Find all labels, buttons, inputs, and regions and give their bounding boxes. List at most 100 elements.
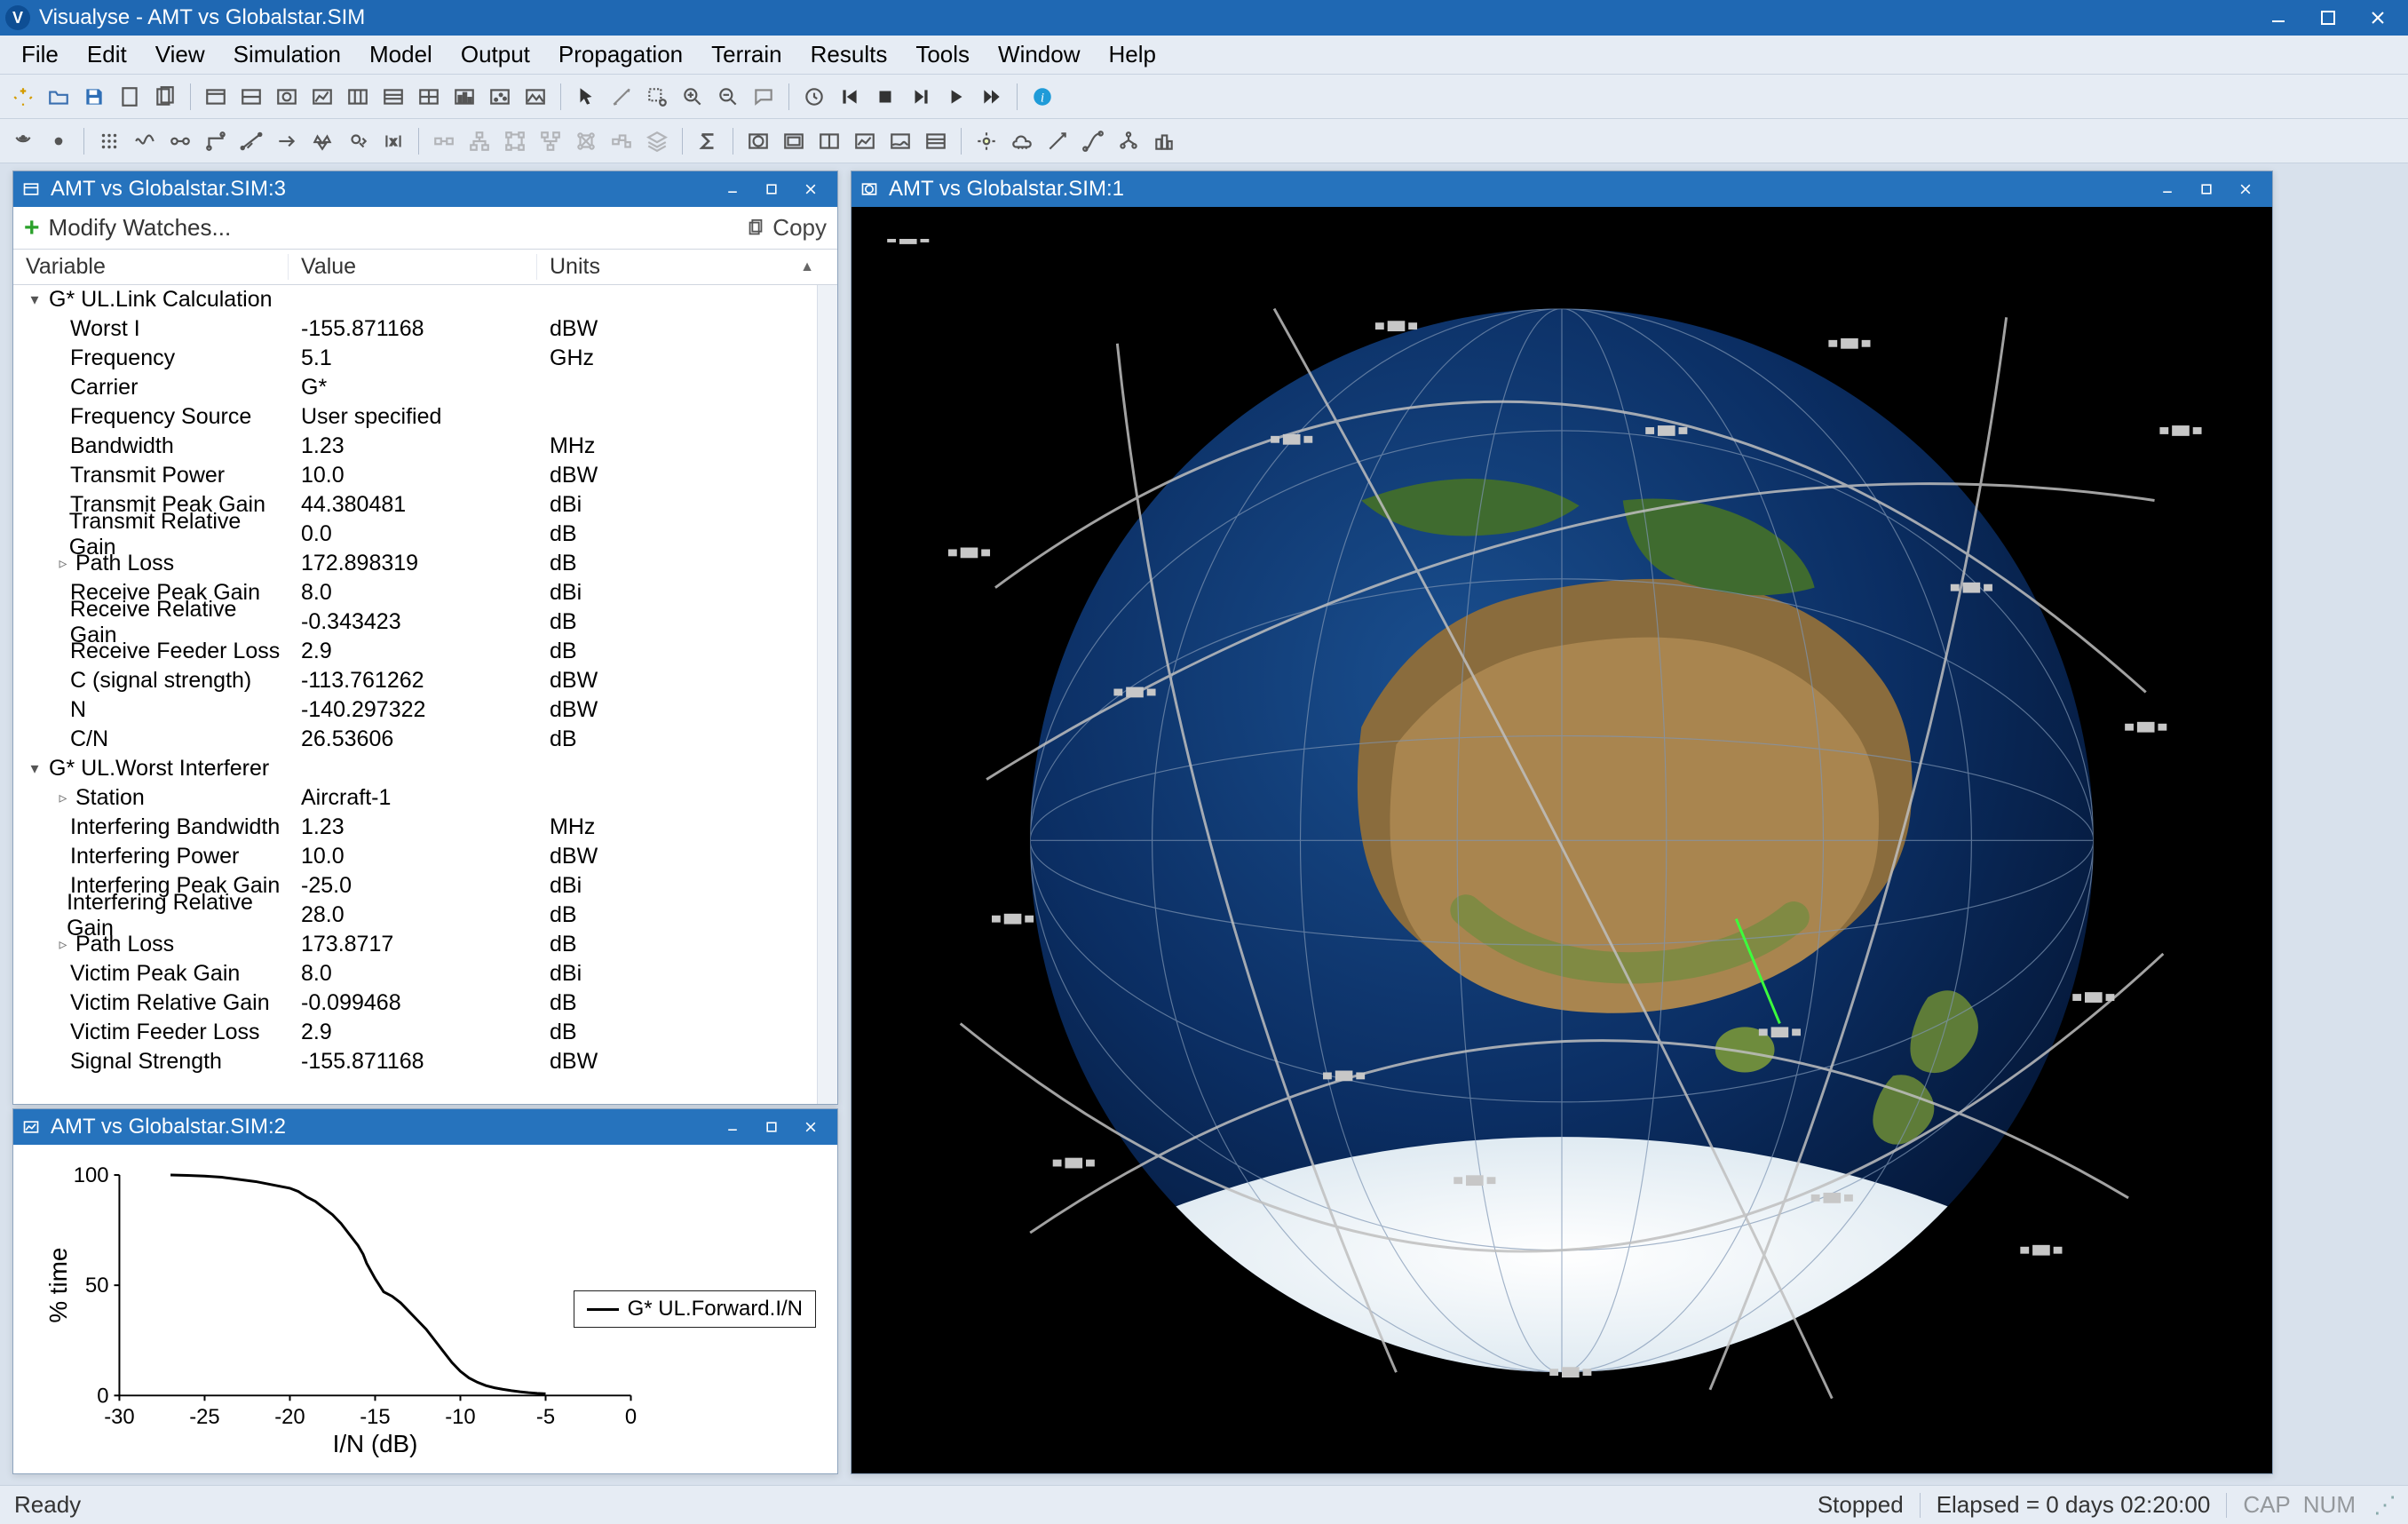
header-units[interactable]: Units▲	[537, 254, 837, 280]
window-table-icon[interactable]	[342, 81, 374, 113]
play-icon[interactable]	[940, 81, 972, 113]
wave-icon[interactable]	[129, 125, 161, 157]
copy-button[interactable]: Copy	[746, 214, 827, 242]
menu-view[interactable]: View	[141, 36, 219, 74]
menu-edit[interactable]: Edit	[73, 36, 141, 74]
header-value[interactable]: Value	[289, 254, 537, 280]
watch-row[interactable]: Interfering Bandwidth1.23MHz	[13, 813, 837, 842]
view-plot2-icon[interactable]	[849, 125, 881, 157]
window-terrain-icon[interactable]	[519, 81, 551, 113]
tree-down-icon[interactable]	[535, 125, 566, 157]
watch-row[interactable]: N-140.297322dBW	[13, 695, 837, 725]
view-stack-icon[interactable]	[920, 125, 952, 157]
watch-window-maximize[interactable]	[752, 176, 791, 202]
menu-simulation[interactable]: Simulation	[219, 36, 355, 74]
zoom-area-icon[interactable]	[641, 81, 673, 113]
globe-window-close[interactable]	[2226, 176, 2265, 202]
watch-row[interactable]: Frequency5.1GHz	[13, 344, 837, 373]
measure-icon[interactable]	[606, 81, 638, 113]
fast-forward-icon[interactable]	[976, 81, 1008, 113]
chart-window-titlebar[interactable]: AMT vs Globalstar.SIM:2	[13, 1109, 837, 1145]
globe-canvas[interactable]	[852, 207, 2272, 1473]
menu-window[interactable]: Window	[984, 36, 1094, 74]
watch-row[interactable]: Bandwidth1.23MHz	[13, 432, 837, 461]
scrollbar-thumb[interactable]	[820, 287, 836, 731]
watch-window-titlebar[interactable]: AMT vs Globalstar.SIM:3	[13, 171, 837, 207]
watch-group[interactable]: ▾G* UL.Worst Interferer	[13, 754, 837, 783]
tree-up-icon[interactable]	[463, 125, 495, 157]
resize-grip-icon[interactable]: ⋰	[2373, 1491, 2394, 1519]
vector-icon[interactable]	[1042, 125, 1073, 157]
globe-window-titlebar[interactable]: AMT vs Globalstar.SIM:1	[852, 171, 2272, 207]
stop-icon[interactable]	[869, 81, 901, 113]
watch-row[interactable]: Worst I-155.871168dBW	[13, 314, 837, 344]
light-icon[interactable]	[970, 125, 1002, 157]
new-icon[interactable]	[7, 81, 39, 113]
node-tree-icon[interactable]	[1113, 125, 1145, 157]
rain-icon[interactable]	[1006, 125, 1038, 157]
watch-row[interactable]: Receive Relative Gain-0.343423dB	[13, 607, 837, 637]
globe-window[interactable]: AMT vs Globalstar.SIM:1	[851, 171, 2273, 1474]
step-icon[interactable]	[905, 81, 937, 113]
window-3d-icon[interactable]	[271, 81, 303, 113]
minimize-button[interactable]	[2254, 0, 2303, 36]
menu-tools[interactable]: Tools	[901, 36, 984, 74]
maximize-button[interactable]	[2303, 0, 2353, 36]
menu-results[interactable]: Results	[796, 36, 902, 74]
watch-row[interactable]: C (signal strength)-113.761262dBW	[13, 666, 837, 695]
comment-icon[interactable]	[748, 81, 780, 113]
zoom-in-icon[interactable]	[677, 81, 709, 113]
watch-row[interactable]: C/N26.53606dB	[13, 725, 837, 754]
arrow-right-icon[interactable]	[271, 125, 303, 157]
close-button[interactable]	[2353, 0, 2403, 36]
watch-window[interactable]: AMT vs Globalstar.SIM:3 + Modify Watches…	[12, 171, 838, 1105]
chart-canvas[interactable]: 050100-30-25-20-15-10-50I/N (dB)% time G…	[13, 1145, 837, 1473]
watch-row[interactable]: ▹Path Loss172.898319dB	[13, 549, 837, 578]
header-variable[interactable]: Variable	[13, 254, 289, 280]
globe-window-maximize[interactable]	[2187, 176, 2226, 202]
zoom-out-icon[interactable]	[712, 81, 744, 113]
mesh-icon[interactable]	[570, 125, 602, 157]
route-icon[interactable]	[200, 125, 232, 157]
watch-row[interactable]: Signal Strength-155.871168dBW	[13, 1047, 837, 1076]
station-point-icon[interactable]	[43, 125, 75, 157]
city-icon[interactable]	[1148, 125, 1180, 157]
view-detail-icon[interactable]	[778, 125, 810, 157]
watch-row[interactable]: Receive Feeder Loss2.9dB	[13, 637, 837, 666]
link-pair-icon[interactable]	[164, 125, 196, 157]
window-plot-icon[interactable]	[306, 81, 338, 113]
tree-across-icon[interactable]	[499, 125, 531, 157]
window-map-icon[interactable]	[200, 81, 232, 113]
menu-help[interactable]: Help	[1095, 36, 1170, 74]
menu-model[interactable]: Model	[355, 36, 447, 74]
save-icon[interactable]	[78, 81, 110, 113]
satellite-dropdown-icon[interactable]	[342, 125, 374, 157]
menu-terrain[interactable]: Terrain	[697, 36, 796, 74]
window-list-icon[interactable]	[377, 81, 409, 113]
watch-row[interactable]: Interfering Relative Gain28.0dB	[13, 901, 837, 930]
view-area-icon[interactable]	[884, 125, 916, 157]
window-scatter-icon[interactable]	[484, 81, 516, 113]
clock-icon[interactable]	[798, 81, 830, 113]
grid-dots-icon[interactable]	[93, 125, 125, 157]
connect-icon[interactable]	[428, 125, 460, 157]
watch-row[interactable]: Frequency SourceUser specified	[13, 402, 837, 432]
watch-window-close[interactable]	[791, 176, 830, 202]
interference-icon[interactable]	[235, 125, 267, 157]
chart-window[interactable]: AMT vs Globalstar.SIM:2 050100-30-25-20-…	[12, 1108, 838, 1474]
chart-window-maximize[interactable]	[752, 1114, 791, 1140]
menu-propagation[interactable]: Propagation	[544, 36, 697, 74]
sigma-icon[interactable]	[692, 125, 724, 157]
window-watch-icon[interactable]	[235, 81, 267, 113]
layers-icon[interactable]	[641, 125, 673, 157]
recycle-icon[interactable]	[306, 125, 338, 157]
watch-row[interactable]: Transmit Power10.0dBW	[13, 461, 837, 490]
variable-x-icon[interactable]: x	[377, 125, 409, 157]
cascade-icon[interactable]	[606, 125, 638, 157]
globe-window-minimize[interactable]	[2148, 176, 2187, 202]
watch-window-minimize[interactable]	[713, 176, 752, 202]
antenna-icon[interactable]	[7, 125, 39, 157]
menu-file[interactable]: File	[7, 36, 73, 74]
window-grid-icon[interactable]	[413, 81, 445, 113]
modify-watches-button[interactable]: + Modify Watches...	[24, 213, 231, 243]
